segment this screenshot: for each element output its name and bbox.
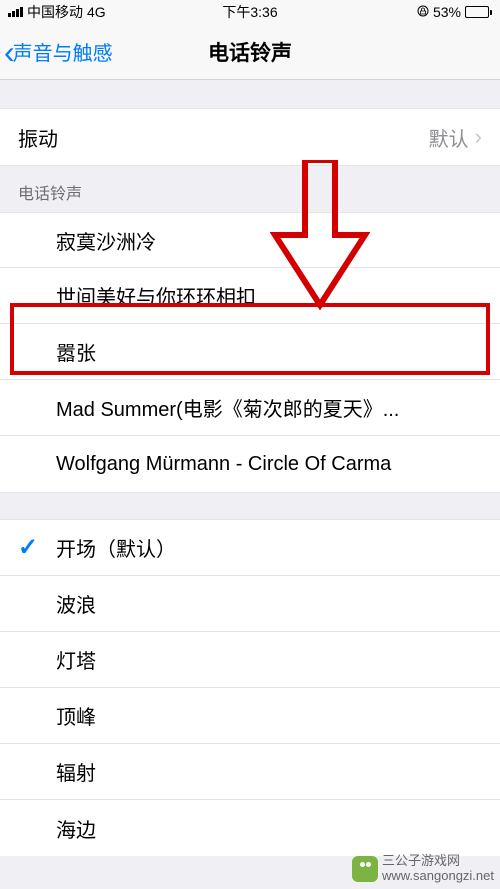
system-ringtones-section: ✓ 开场（默认） 波浪 灯塔 顶峰 辐射 海边 <box>0 520 500 856</box>
custom-ringtones-section: 寂寞沙洲冷 世间美好与你环环相扣 嚣张 Mad Summer(电影《菊次郎的夏天… <box>0 212 500 492</box>
ringtone-item[interactable]: 辐射 <box>0 744 500 800</box>
network-label: 4G <box>87 4 106 20</box>
ringtone-label: 辐射 <box>56 757 96 786</box>
ringtone-item[interactable]: 世间美好与你环环相扣 <box>0 268 500 324</box>
status-left: 中国移动 4G <box>8 2 106 22</box>
ringtone-label: Wolfgang Mürmann - Circle Of Carma <box>56 453 391 476</box>
vibration-row[interactable]: 振动 默认 › <box>0 108 500 166</box>
ringtone-item[interactable]: 海边 <box>0 800 500 856</box>
ringtone-label: 波浪 <box>56 589 96 618</box>
ringtone-label: 嚣张 <box>56 337 96 366</box>
watermark-logo-icon <box>352 856 378 882</box>
vibration-value-group: 默认 › <box>429 123 482 152</box>
battery-icon <box>465 6 492 18</box>
status-right: 53% <box>417 4 492 20</box>
status-bar: 中国移动 4G 下午3:36 53% <box>0 0 500 24</box>
ringtone-label: 开场（默认） <box>56 533 176 562</box>
battery-percent: 53% <box>433 4 461 20</box>
ringtone-label: 海边 <box>56 814 96 843</box>
lock-icon <box>417 4 429 20</box>
vibration-label: 振动 <box>18 123 58 152</box>
ringtone-label: 顶峰 <box>56 701 96 730</box>
vibration-value: 默认 <box>429 123 469 152</box>
ringtone-label: 世间美好与你环环相扣 <box>56 281 256 310</box>
ringtone-item[interactable]: Mad Summer(电影《菊次郎的夏天》... <box>0 380 500 436</box>
ringtone-label: 寂寞沙洲冷 <box>56 226 156 255</box>
back-label: 声音与触感 <box>13 37 113 66</box>
ringtone-item[interactable]: Wolfgang Mürmann - Circle Of Carma <box>0 436 500 492</box>
page-title: 电话铃声 <box>208 37 292 67</box>
ringtone-item[interactable]: 灯塔 <box>0 632 500 688</box>
ringtone-item[interactable]: 寂寞沙洲冷 <box>0 212 500 268</box>
carrier-label: 中国移动 <box>27 2 83 22</box>
ringtone-item[interactable]: 嚣张 <box>0 324 500 380</box>
ringtone-label: Mad Summer(电影《菊次郎的夏天》... <box>56 393 399 422</box>
checkmark-icon: ✓ <box>18 533 38 562</box>
ringtone-item[interactable]: 顶峰 <box>0 688 500 744</box>
nav-bar: ‹ 声音与触感 电话铃声 <box>0 24 500 80</box>
ringtone-label: 灯塔 <box>56 645 96 674</box>
watermark-text: 三公子游戏网 www.sangongzi.net <box>382 854 494 883</box>
watermark: 三公子游戏网 www.sangongzi.net <box>352 854 494 883</box>
ringtone-item-selected[interactable]: ✓ 开场（默认） <box>0 520 500 576</box>
clock: 下午3:36 <box>222 2 277 22</box>
back-button[interactable]: ‹ 声音与触感 <box>0 36 113 68</box>
section-header-ringtones: 电话铃声 <box>0 166 500 212</box>
chevron-right-icon: › <box>475 124 482 150</box>
signal-icon <box>8 7 23 17</box>
watermark-line1: 三公子游戏网 <box>382 854 494 868</box>
watermark-line2: www.sangongzi.net <box>382 869 494 883</box>
ringtone-item[interactable]: 波浪 <box>0 576 500 632</box>
